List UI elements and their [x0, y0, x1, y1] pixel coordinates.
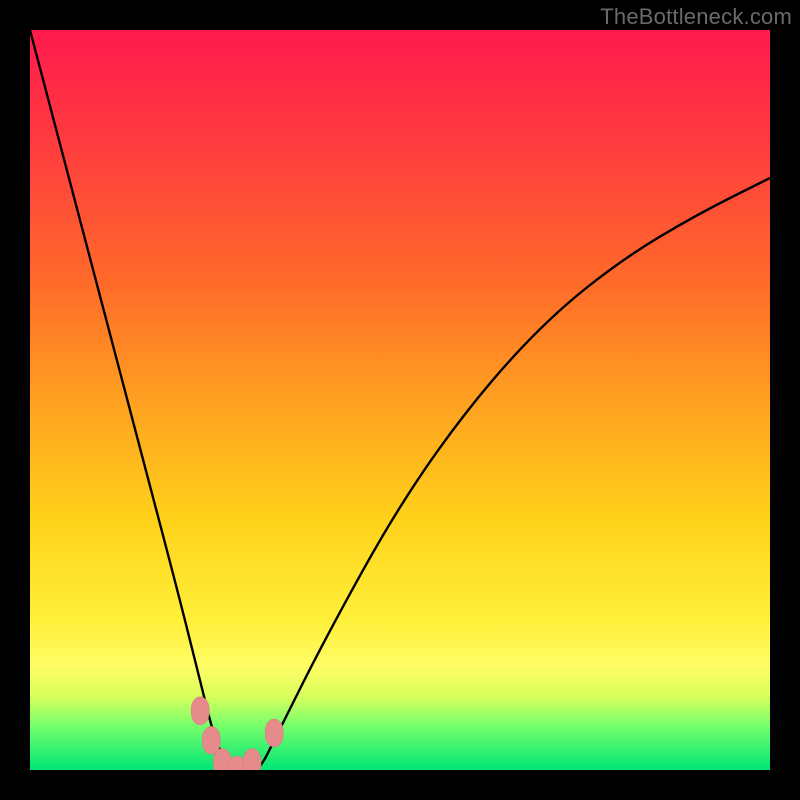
plot-area — [30, 30, 770, 770]
chart-svg — [30, 30, 770, 770]
curve-marker — [191, 697, 209, 725]
chart-frame: TheBottleneck.com — [0, 0, 800, 800]
bottleneck-curve — [30, 30, 770, 770]
curve-marker — [265, 719, 283, 747]
curve-markers — [191, 697, 283, 770]
curve-marker — [243, 749, 261, 770]
watermark-text: TheBottleneck.com — [600, 4, 792, 30]
